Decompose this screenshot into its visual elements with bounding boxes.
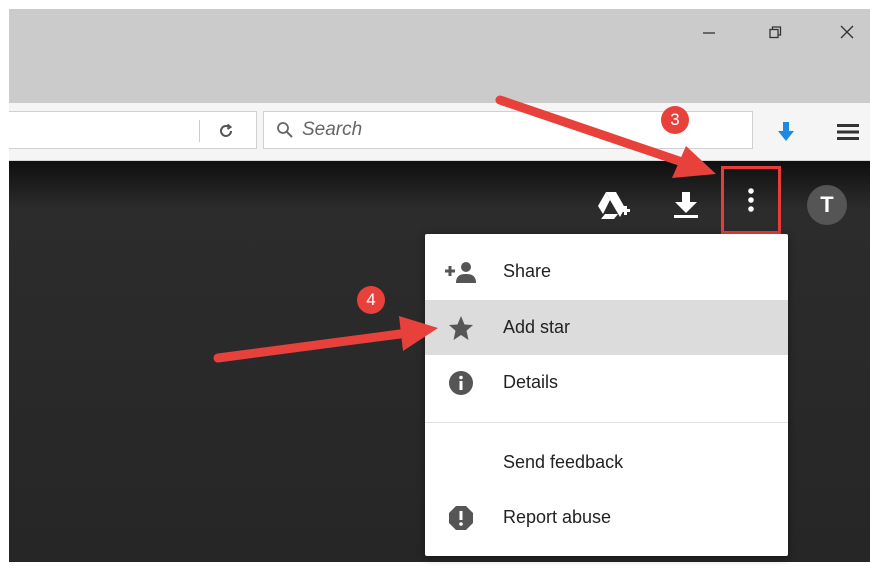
search-icon	[276, 121, 294, 139]
download-arrow-icon	[778, 122, 794, 141]
hamburger-menu-icon	[837, 124, 859, 140]
url-separator	[199, 120, 200, 142]
menu-item-add-star[interactable]: Add star	[425, 300, 788, 355]
downloads-button[interactable]	[771, 117, 801, 147]
menu-item-label: Report abuse	[503, 507, 612, 527]
person-add-icon	[445, 256, 477, 288]
window-titlebar	[9, 9, 870, 103]
minimize-button[interactable]	[689, 19, 729, 45]
report-icon	[445, 502, 477, 534]
close-icon	[840, 25, 854, 39]
hamburger-menu-button[interactable]	[833, 117, 863, 147]
menu-item-details[interactable]: Details	[425, 355, 788, 410]
add-to-drive-icon	[598, 192, 630, 219]
menu-item-label: Add star	[503, 317, 571, 337]
menu-item-label: Share	[503, 261, 552, 281]
info-icon	[445, 367, 477, 399]
menu-item-label: Send feedback	[503, 452, 624, 472]
close-button[interactable]	[827, 19, 867, 45]
browser-toolbar	[9, 103, 870, 161]
step-3-badge: 3	[661, 106, 689, 134]
reload-button[interactable]	[213, 118, 239, 144]
reload-icon	[220, 123, 233, 137]
menu-item-report-abuse[interactable]: Report abuse	[425, 490, 788, 545]
restore-button[interactable]	[755, 19, 795, 45]
restore-icon	[769, 26, 782, 39]
menu-item-send-feedback[interactable]: Send feedback	[425, 435, 788, 490]
account-avatar[interactable]: T	[807, 185, 847, 225]
step-4-badge: 4	[357, 286, 385, 314]
more-vert-icon	[748, 188, 754, 212]
menu-item-label: Details	[503, 372, 559, 392]
star-icon	[445, 312, 477, 344]
menu-item-share[interactable]: Share	[425, 244, 788, 299]
search-input[interactable]	[300, 118, 704, 142]
download-icon	[674, 192, 698, 218]
more-options-menu: Share Add star Details Send feedback Rep	[425, 234, 788, 556]
add-to-drive-button[interactable]	[593, 185, 633, 225]
more-options-button[interactable]	[721, 166, 781, 234]
minimize-icon	[703, 32, 715, 34]
url-bar[interactable]	[9, 111, 257, 149]
menu-divider	[425, 422, 788, 423]
download-button[interactable]	[666, 185, 706, 225]
